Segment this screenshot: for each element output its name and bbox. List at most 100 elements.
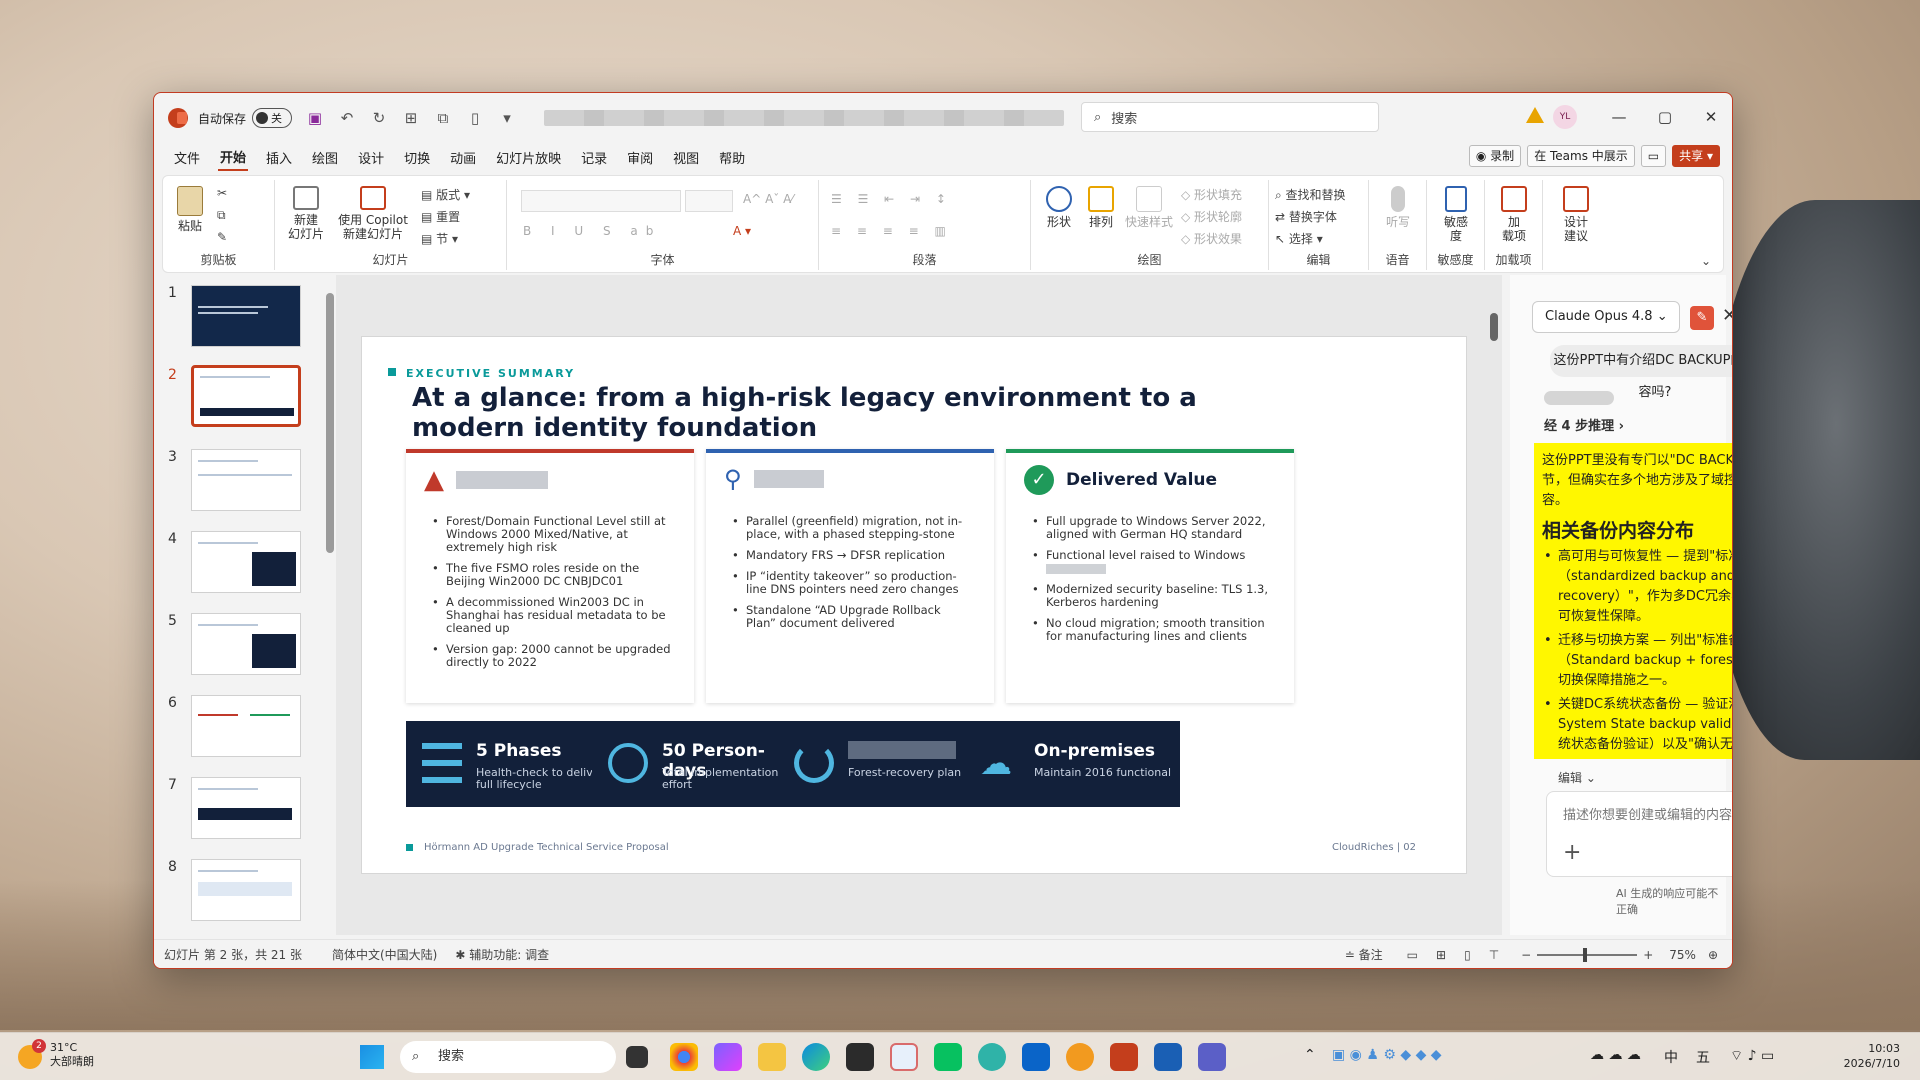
new-file-icon[interactable]: ▯ bbox=[466, 109, 484, 127]
menu-review[interactable]: 审阅 bbox=[625, 145, 655, 170]
snipping-tool-icon[interactable] bbox=[890, 1043, 918, 1071]
notes-button[interactable]: ≐ 备注 bbox=[1345, 946, 1383, 963]
menu-draw[interactable]: 绘图 bbox=[310, 145, 340, 170]
card-risk[interactable]: ▲ Forest/Domain Functional Level still a… bbox=[406, 449, 694, 703]
thumbnails-scrollbar[interactable] bbox=[326, 293, 334, 553]
thumbnail-slide-3[interactable] bbox=[191, 449, 301, 511]
stat-on-premises[interactable]: ☁ On-premises Maintain 2016 functional bbox=[964, 721, 1180, 807]
teams-icon[interactable] bbox=[1198, 1043, 1226, 1071]
replace-font-button[interactable]: ⇄ 替换字体 bbox=[1275, 208, 1337, 225]
minimize-icon[interactable]: — bbox=[1604, 105, 1634, 129]
slide-canvas[interactable]: EXECUTIVE SUMMARY At a glance: from a hi… bbox=[362, 337, 1466, 873]
font-name-field[interactable] bbox=[521, 190, 681, 212]
alignment-icons[interactable]: ≡ ≡ ≡ ≡ ▥ bbox=[831, 224, 952, 238]
model-dropdown[interactable]: Claude Opus 4.8 ⌄ bbox=[1532, 301, 1680, 333]
customize-qat-icon[interactable]: ▾ bbox=[498, 109, 516, 127]
new-chat-icon[interactable]: ✎ bbox=[1690, 306, 1714, 330]
record-button[interactable]: ◉ 录制 bbox=[1468, 145, 1522, 167]
network-volume-battery-icons[interactable]: ⌔ ♪ ▭ bbox=[1730, 1047, 1774, 1065]
terminal-icon[interactable] bbox=[846, 1043, 874, 1071]
zoom-level[interactable]: 75% bbox=[1669, 948, 1696, 962]
menu-record[interactable]: 记录 bbox=[579, 145, 609, 170]
start-icon[interactable] bbox=[360, 1045, 384, 1069]
arrange-button[interactable]: 排列 bbox=[1083, 186, 1119, 229]
add-attachment-icon[interactable]: + bbox=[1563, 840, 1581, 865]
edge-icon[interactable] bbox=[802, 1043, 830, 1071]
zoom-slider[interactable] bbox=[1537, 947, 1638, 962]
edge-dev-icon[interactable] bbox=[978, 1043, 1006, 1071]
taskbar-search[interactable]: ⌕ 搜索 bbox=[400, 1041, 616, 1073]
copy-icon[interactable]: ⧉ bbox=[217, 208, 226, 223]
sensitivity-button[interactable]: 敏感 度 bbox=[1437, 186, 1475, 243]
ime-layout[interactable]: 五 bbox=[1696, 1047, 1710, 1067]
accessibility-status[interactable]: ✱ 辅助功能: 调查 bbox=[455, 946, 549, 963]
designer-button[interactable]: 设计 建议 bbox=[1557, 186, 1595, 243]
thumbnail-slide-1[interactable] bbox=[191, 285, 301, 347]
search-box[interactable]: ⌕ 搜索 bbox=[1081, 102, 1379, 132]
presenter-icon[interactable]: ⊤ bbox=[1489, 948, 1499, 962]
tray-app-icons[interactable]: ▣ ◉ ♟ ⚙ ◆ ◆ ◆ bbox=[1332, 1047, 1442, 1063]
outlook-new-icon[interactable] bbox=[1154, 1043, 1182, 1071]
avatar[interactable]: YL bbox=[1553, 105, 1577, 129]
menu-home[interactable]: 开始 bbox=[218, 144, 249, 171]
task-view-icon[interactable] bbox=[626, 1046, 648, 1068]
addins-button[interactable]: 加 载项 bbox=[1495, 186, 1533, 243]
zoom-slider-thumb[interactable] bbox=[1583, 947, 1588, 962]
cut-icon[interactable]: ✂ bbox=[217, 186, 227, 200]
paste-button[interactable]: 粘贴 bbox=[173, 186, 207, 233]
undo-icon[interactable]: ↶ bbox=[338, 109, 356, 127]
shapes-button[interactable]: 形状 bbox=[1041, 186, 1077, 229]
menu-transitions[interactable]: 切换 bbox=[402, 145, 432, 170]
select-button[interactable]: ↖ 选择 ▾ bbox=[1275, 230, 1323, 247]
collapse-ribbon-icon[interactable]: ⌄ bbox=[1701, 254, 1711, 268]
section-button[interactable]: ▤ 节 ▾ bbox=[421, 230, 458, 247]
menu-slideshow[interactable]: 幻灯片放映 bbox=[494, 145, 563, 170]
menu-design[interactable]: 设计 bbox=[356, 145, 386, 170]
font-format-icons[interactable]: B I U S ab bbox=[523, 224, 661, 238]
share-button[interactable]: 共享 ▾ bbox=[1672, 145, 1720, 167]
m365-icon[interactable] bbox=[714, 1043, 742, 1071]
comments-icon[interactable]: ▭ bbox=[1640, 145, 1667, 167]
thumbnail-slide-7[interactable] bbox=[191, 777, 301, 839]
shape-effects-button[interactable]: ◇ 形状效果 bbox=[1181, 230, 1242, 247]
thumbnail-slide-8[interactable] bbox=[191, 859, 301, 921]
reasoning-steps[interactable]: 经 4 步推理 › bbox=[1544, 415, 1624, 434]
increase-font-icon[interactable]: A^ Aˇ A⁄ bbox=[743, 192, 793, 206]
menu-animations[interactable]: 动画 bbox=[448, 145, 478, 170]
editor-scrollbar[interactable] bbox=[1490, 313, 1498, 341]
thumbnail-slide-5[interactable] bbox=[191, 613, 301, 675]
layout-button[interactable]: ▤ 版式 ▾ bbox=[421, 186, 470, 203]
quick-styles-button[interactable]: 快速样式 bbox=[1123, 186, 1175, 229]
stat-recovery[interactable]: Forest-recovery plan bbox=[778, 721, 994, 807]
fit-to-window-icon[interactable]: ⊕ bbox=[1708, 948, 1718, 962]
redo-icon[interactable]: ↻ bbox=[370, 109, 388, 127]
shape-outline-button[interactable]: ◇ 形状轮廓 bbox=[1181, 208, 1242, 225]
cloud-icons[interactable]: ☁ ☁ ☁ bbox=[1590, 1047, 1641, 1063]
copilot-new-slide-button[interactable]: 使用 Copilot 新建幻灯片 bbox=[335, 186, 411, 241]
new-slide-button[interactable]: 新建 幻灯片 bbox=[283, 186, 329, 241]
reset-button[interactable]: ▤ 重置 bbox=[421, 208, 460, 225]
stat-person-days[interactable]: 50 Person-days Total implementation effo… bbox=[592, 721, 808, 807]
chrome-icon[interactable] bbox=[670, 1043, 698, 1071]
format-painter-icon[interactable]: ✎ bbox=[217, 230, 227, 244]
outlook-icon[interactable] bbox=[1022, 1043, 1050, 1071]
normal-view-icon[interactable]: ▭ bbox=[1407, 948, 1418, 962]
thumbnail-slide-4[interactable] bbox=[191, 531, 301, 593]
thumbnail-slide-2[interactable] bbox=[191, 365, 301, 427]
menu-help[interactable]: 帮助 bbox=[717, 145, 747, 170]
search-app-icon[interactable] bbox=[1066, 1043, 1094, 1071]
powerpoint-taskbar-icon[interactable] bbox=[1110, 1043, 1138, 1071]
maximize-icon[interactable]: ▢ bbox=[1650, 105, 1680, 129]
bullets-icons[interactable]: ☰ ☰ ⇤ ⇥ ↕ bbox=[831, 192, 952, 206]
slide-sorter-icon[interactable]: ⊞ bbox=[1436, 948, 1446, 962]
stat-phases[interactable]: 5 Phases Health-check to delivery, full … bbox=[406, 721, 622, 807]
weather-widget[interactable]: 31°C 大部晴朗 bbox=[50, 1041, 94, 1069]
shape-fill-button[interactable]: ◇ 形状填充 bbox=[1181, 186, 1242, 203]
slide-count[interactable]: 幻灯片 第 2 张，共 21 张 bbox=[164, 946, 302, 963]
dictate-button[interactable]: 听写 bbox=[1381, 186, 1415, 229]
save-icon[interactable]: ▣ bbox=[306, 109, 324, 127]
language-status[interactable]: 简体中文(中国大陆) bbox=[332, 946, 437, 963]
close-pane-icon[interactable]: ✕ bbox=[1722, 305, 1732, 326]
tray-overflow-icon[interactable]: ⌃ bbox=[1304, 1047, 1316, 1063]
close-icon[interactable]: ✕ bbox=[1696, 105, 1726, 129]
